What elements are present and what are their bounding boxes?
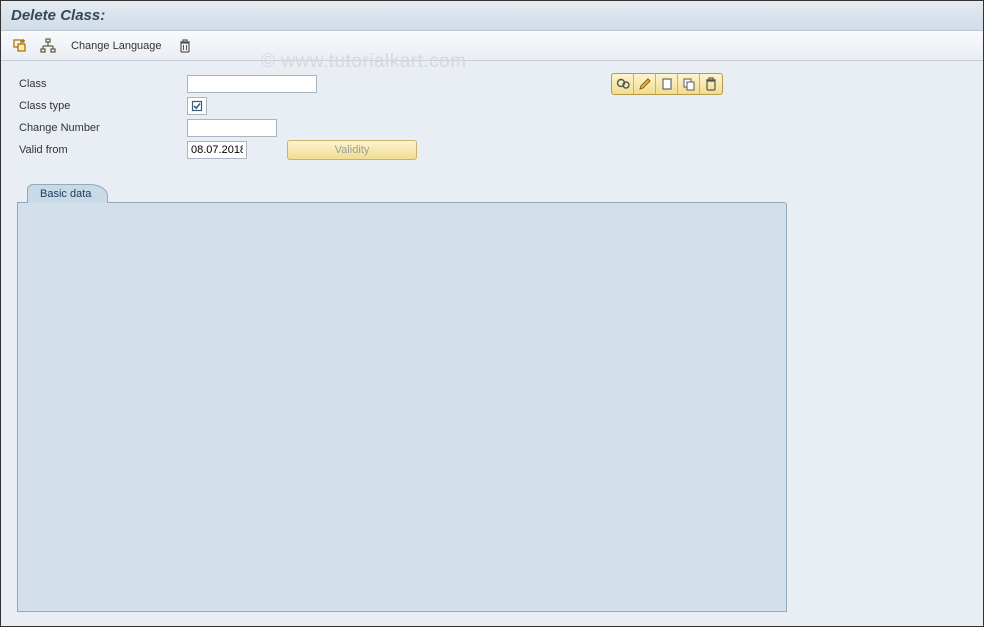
copy-icon[interactable] (678, 74, 700, 94)
change-language-button[interactable]: Change Language (65, 35, 168, 57)
change-icon[interactable] (634, 74, 656, 94)
class-type-label: Class type (17, 100, 187, 112)
display-icon[interactable] (612, 74, 634, 94)
change-number-label: Change Number (17, 122, 187, 134)
valid-from-input[interactable] (187, 141, 247, 159)
create-superior-icon[interactable] (9, 35, 31, 57)
valid-from-label: Valid from (17, 144, 187, 156)
page-title: Delete Class: (11, 7, 105, 24)
validity-button[interactable]: Validity (287, 140, 417, 160)
change-number-input[interactable] (187, 119, 277, 137)
change-language-label: Change Language (71, 40, 162, 52)
class-type-picker[interactable] (187, 97, 207, 115)
app-toolbar: Change Language (1, 31, 983, 61)
title-bar: Delete Class: (1, 1, 983, 31)
object-action-strip (611, 73, 723, 95)
class-label: Class (17, 78, 187, 90)
form-area: Class Class type Change Number Valid fro… (1, 61, 983, 624)
class-input[interactable] (187, 75, 317, 93)
create-icon[interactable] (656, 74, 678, 94)
tab-basic-data[interactable]: Basic data (27, 184, 108, 203)
tab-basic-data-label: Basic data (40, 188, 91, 200)
delete-icon[interactable] (174, 35, 196, 57)
trash-icon[interactable] (700, 74, 722, 94)
tab-container: Basic data (17, 184, 967, 612)
hierarchy-icon[interactable] (37, 35, 59, 57)
tab-body (17, 202, 787, 612)
